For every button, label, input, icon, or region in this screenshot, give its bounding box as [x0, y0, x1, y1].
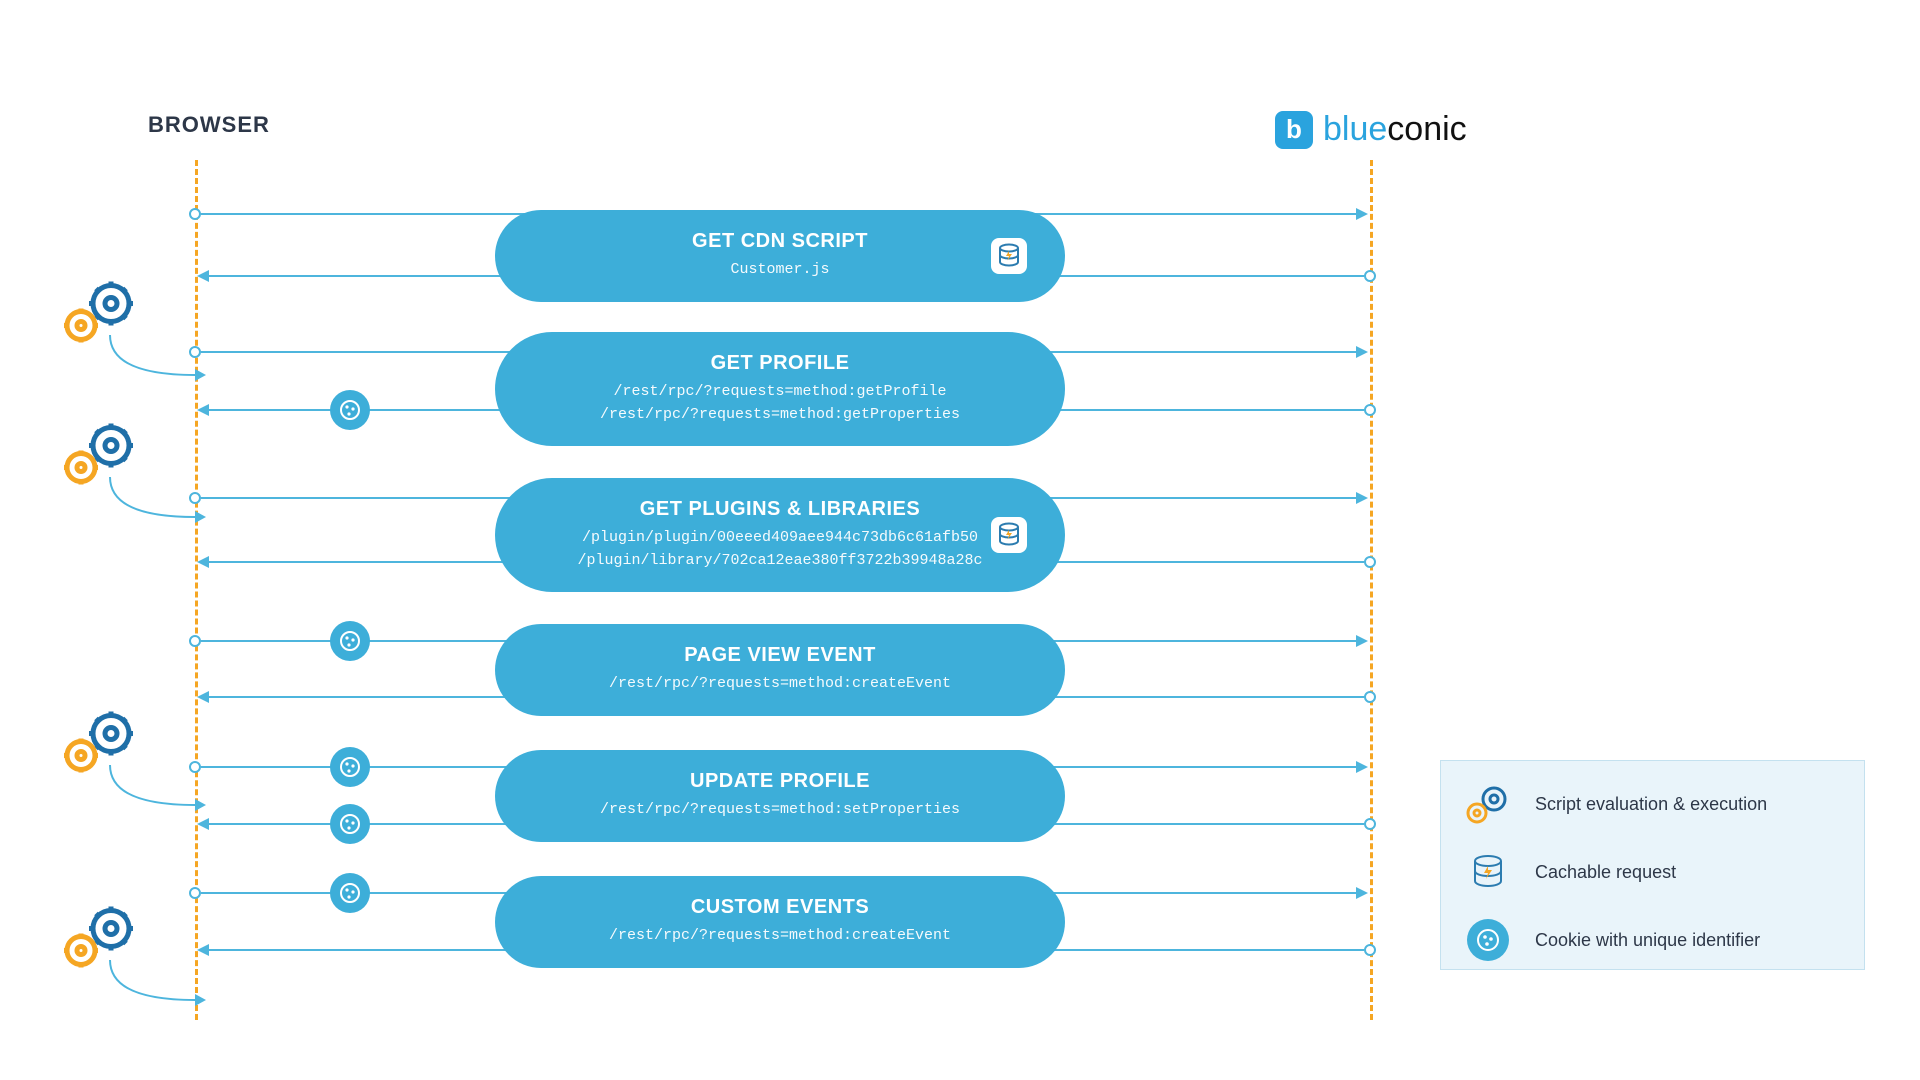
arrow-origin-dot — [1364, 691, 1376, 703]
arrowhead-icon — [1356, 761, 1368, 773]
flow-step-title: GET PLUGINS & LIBRARIES — [525, 498, 1035, 521]
legend-row-cache: Cachable request — [1463, 847, 1842, 897]
arrow-origin-dot — [189, 887, 201, 899]
flow-step: GET PLUGINS & LIBRARIES/plugin/plugin/00… — [495, 478, 1065, 592]
script-curve — [100, 477, 210, 537]
legend-label: Cachable request — [1535, 862, 1676, 883]
flow-step: UPDATE PROFILE/rest/rpc/?requests=method… — [495, 750, 1065, 842]
flow-step: PAGE VIEW EVENT/rest/rpc/?requests=metho… — [495, 624, 1065, 716]
flow-step-code: /rest/rpc/?requests=method:createEvent — [525, 673, 1035, 696]
arrowhead-icon — [1356, 887, 1368, 899]
flow-step-title: UPDATE PROFILE — [525, 770, 1035, 793]
flow-step: GET CDN SCRIPT Customer.js — [495, 210, 1065, 302]
brand-text-blue: blue — [1323, 110, 1387, 148]
flow-step: GET PROFILE/rest/rpc/?requests=method:ge… — [495, 332, 1065, 446]
legend-box: Script evaluation & execution Cachable r… — [1440, 760, 1865, 970]
arrow-origin-dot — [1364, 944, 1376, 956]
cache-db-icon — [991, 517, 1027, 553]
arrow-origin-dot — [1364, 270, 1376, 282]
arrowhead-icon — [197, 556, 209, 568]
arrowhead-icon — [197, 270, 209, 282]
arrow-origin-dot — [1364, 818, 1376, 830]
flow-step-code: Customer.js — [525, 259, 1035, 282]
flow-step-title: CUSTOM EVENTS — [525, 896, 1035, 919]
browser-lane-label: BROWSER — [148, 112, 270, 138]
cookie-icon — [330, 747, 370, 787]
flow-step-code: /rest/rpc/?requests=method:createEvent — [525, 925, 1035, 948]
cookie-icon — [330, 804, 370, 844]
cache-db-icon — [1463, 847, 1513, 897]
script-curve — [100, 335, 210, 395]
flow-step-title: GET PROFILE — [525, 352, 1035, 375]
cookie-icon — [330, 621, 370, 661]
arrowhead-icon — [1356, 492, 1368, 504]
legend-label: Cookie with unique identifier — [1535, 930, 1760, 951]
flow-step-title: PAGE VIEW EVENT — [525, 644, 1035, 667]
flow-step-code: /plugin/plugin/00eeed409aee944c73db6c61a… — [525, 527, 1035, 572]
flow-step-code: /rest/rpc/?requests=method:getProfile/re… — [525, 381, 1035, 426]
arrowhead-icon — [197, 404, 209, 416]
flow-step-code: /rest/rpc/?requests=method:setProperties — [525, 799, 1035, 822]
arrow-origin-dot — [1364, 556, 1376, 568]
arrowhead-icon — [1356, 635, 1368, 647]
legend-label: Script evaluation & execution — [1535, 794, 1767, 815]
flow-step-title: GET CDN SCRIPT — [525, 230, 1035, 253]
blueconic-logo: b blueconic — [1275, 110, 1467, 149]
blueconic-lifeline — [1370, 160, 1373, 1020]
arrowhead-icon — [1356, 346, 1368, 358]
brand-text-conic: conic — [1387, 110, 1466, 148]
cookie-icon — [330, 390, 370, 430]
sequence-diagram: BROWSER b blueconic GET CDN SCRIPT Custom… — [0, 0, 1920, 1080]
arrowhead-icon — [197, 691, 209, 703]
cookie-icon — [1463, 915, 1513, 965]
arrow-origin-dot — [189, 635, 201, 647]
arrow-origin-dot — [1364, 404, 1376, 416]
cache-db-icon — [991, 238, 1027, 274]
script-curve — [100, 960, 210, 1020]
legend-row-script: Script evaluation & execution — [1463, 779, 1842, 829]
arrow-origin-dot — [189, 208, 201, 220]
arrowhead-icon — [1356, 208, 1368, 220]
arrowhead-icon — [197, 944, 209, 956]
legend-row-cookie: Cookie with unique identifier — [1463, 915, 1842, 965]
gears-icon — [1463, 779, 1513, 829]
flow-step: CUSTOM EVENTS/rest/rpc/?requests=method:… — [495, 876, 1065, 968]
script-curve — [100, 765, 210, 825]
cookie-icon — [330, 873, 370, 913]
brand-mark-icon: b — [1275, 111, 1313, 149]
